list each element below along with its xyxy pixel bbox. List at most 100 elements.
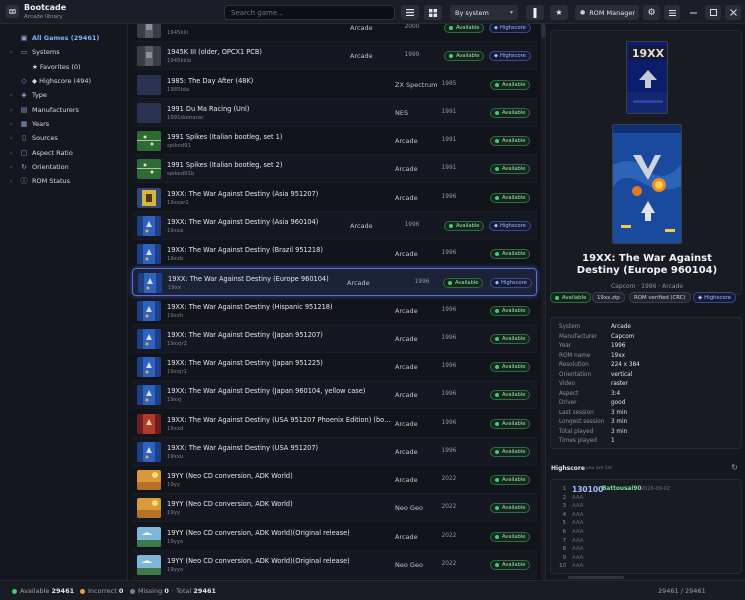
minimize-button[interactable] <box>685 5 701 20</box>
game-row[interactable]: 1991 Spikes (Italian bootleg, set 2) spik… <box>132 155 537 184</box>
highscore-rank: 6 <box>562 529 566 535</box>
sidebar-item-type[interactable]: › ◈ Type <box>0 88 128 102</box>
available-badge-label: Available <box>502 166 526 173</box>
game-rom-id: 19yy <box>167 510 181 517</box>
available-badge: Available <box>490 107 531 118</box>
sidebar-item-orientation[interactable]: › ↻ Orientation <box>0 160 128 174</box>
chevron-right-icon[interactable]: › <box>10 135 12 142</box>
detail-panel: 19XX 19XX: The War Against Destiny (Euro… <box>545 24 745 580</box>
game-thumbnail <box>137 244 161 264</box>
highscore-player: AAA <box>572 503 584 510</box>
chevron-right-icon[interactable]: › <box>10 92 12 99</box>
game-row[interactable]: 19YY (Neo CD conversion, ADK World) 19yy A… <box>132 466 537 494</box>
game-row[interactable]: 1945K III (older, OPCX1 PCB) 1945kiiio Arc… <box>132 42 537 71</box>
game-row[interactable]: 19XX: The War Against Destiny (Japan 951… <box>132 324 537 353</box>
maximize-button[interactable] <box>705 5 721 20</box>
chevron-right-icon[interactable]: › <box>10 178 12 185</box>
status-dot-icon <box>555 295 559 300</box>
highscore-player: AAA <box>572 554 584 561</box>
grid-view-button[interactable] <box>424 5 442 20</box>
panel-toggle-button[interactable] <box>526 5 544 20</box>
chevron-right-icon[interactable]: › <box>10 164 12 171</box>
game-rom-id: 19xxh <box>167 312 184 319</box>
highscore-badge-label: Highscore <box>500 222 526 229</box>
spec-value: 224 x 384 <box>611 362 640 368</box>
sidebar-item-years[interactable]: › ▦ Years <box>0 117 128 131</box>
game-thumbnail <box>137 102 161 123</box>
sidebar-item-rom-status[interactable]: › ⓘ ROM Status <box>0 174 128 188</box>
game-system: Arcade <box>350 52 373 61</box>
sidebar-item-highscore-494[interactable]: ◇ ◆ Highscore (494) <box>0 74 128 88</box>
game-row[interactable]: 1945kiii Arcade 2000 Available ◆ Highscore <box>132 24 537 42</box>
game-row[interactable]: 1991 Spikes (Italian bootleg, set 1) spik… <box>132 127 537 155</box>
sidebar-item-manufacturers[interactable]: › ▤ Manufacturers <box>0 103 128 117</box>
game-name: 19XX: The War Against Destiny (Europe 96… <box>168 275 329 284</box>
maximize-icon <box>709 9 717 16</box>
game-row[interactable]: 19XX: The War Against Destiny (Brazil 95… <box>132 240 537 268</box>
refresh-icon[interactable]: ↻ <box>731 463 738 472</box>
close-button[interactable] <box>725 5 741 20</box>
app-logo-icon <box>6 5 19 18</box>
settings-button[interactable]: ⚙ <box>643 5 660 20</box>
game-row[interactable]: 19XX: The War Against Destiny (USA 95120… <box>132 410 537 438</box>
game-row[interactable]: 1991 Du Ma Racing (Unl) 1991dumarac NES 199… <box>132 98 537 127</box>
game-year: 1996 <box>441 306 457 313</box>
game-thumbnail <box>137 24 161 38</box>
favorite-button[interactable]: ★ <box>550 5 568 20</box>
sidebar-item-label: ◆ Highscore (494) <box>32 77 92 85</box>
game-rom-id: 19xxb <box>167 256 184 262</box>
chevron-right-icon[interactable]: › <box>10 121 12 128</box>
game-row[interactable]: 1985: The Day After (48K) 1985tda ZX Spect… <box>132 71 537 99</box>
chevron-right-icon[interactable]: › <box>10 150 12 157</box>
game-year: 1991 <box>441 165 457 172</box>
aspect-ratio-icon: ▢ <box>20 149 28 157</box>
sidebar-item-sources[interactable]: › ▯ Sources <box>0 131 128 145</box>
chevron-down-icon: ▾ <box>509 9 513 16</box>
game-row[interactable]: 19YY (Neo CD conversion, ADK World) 19yy N… <box>132 494 537 523</box>
rom-manager-button[interactable]: ● ROM Manager <box>575 5 639 20</box>
sort-select[interactable]: By system ▾ <box>450 5 518 20</box>
highscore-rank: 10 <box>559 563 566 570</box>
status-dot-icon <box>448 281 452 286</box>
game-system: Arcade <box>395 447 418 456</box>
sidebar-item-favorites-0[interactable]: ★ Favorites (0) <box>0 60 128 74</box>
game-system: Arcade <box>395 334 418 343</box>
game-system: Arcade <box>347 279 370 288</box>
menu-button[interactable] <box>664 5 680 20</box>
game-name: 19YY (Neo CD conversion, ADK World)(Orig… <box>167 556 350 565</box>
game-row[interactable]: 19XX: The War Against Destiny (Asia 9601… <box>132 211 537 240</box>
game-system: Arcade <box>395 363 418 371</box>
spec-row: Manufacturer Capcom <box>559 334 739 343</box>
game-rom-id: 1945kiiio <box>167 58 192 65</box>
list-view-button[interactable] <box>401 5 419 20</box>
sidebar-item-aspect-ratio[interactable]: › ▢ Aspect Ratio <box>0 146 128 160</box>
game-thumbnail <box>137 413 161 434</box>
search-input[interactable] <box>224 5 395 20</box>
highscore-row: 2 AAA <box>558 495 738 504</box>
sidebar-item-systems[interactable]: › ▭ Systems <box>0 45 128 59</box>
available-dot-icon <box>12 588 17 594</box>
game-row[interactable]: 19YY (Neo CD conversion, ADK World)(Orig… <box>132 523 537 551</box>
available-badge-label: Available <box>502 561 526 568</box>
game-year: 1991 <box>441 108 457 115</box>
game-row[interactable]: 19XX: The War Against Destiny (Japan 960… <box>132 381 537 410</box>
spec-key: Longest session <box>559 419 605 425</box>
chevron-right-icon[interactable]: › <box>10 49 12 56</box>
game-rom-id: spiked91 <box>167 143 191 149</box>
game-rom-id: spiked91b <box>167 171 195 178</box>
status-incorrect-label: Incorrect <box>88 587 117 595</box>
highscore-scrollbar[interactable] <box>568 576 624 579</box>
available-chip: Available <box>550 292 592 303</box>
game-row[interactable]: 19XX: The War Against Destiny (Hispanic … <box>132 297 537 325</box>
game-thumbnail <box>137 526 161 547</box>
spec-key: Year <box>559 343 572 349</box>
game-row[interactable]: 19XX: The War Against Destiny (USA 95120… <box>132 437 537 466</box>
game-row[interactable]: 19XX: The War Against Destiny (Europe 96… <box>132 268 537 297</box>
sidebar-item-all-games-29461[interactable]: ▣ All Games (29461) <box>0 31 128 45</box>
game-system: Arcade <box>395 419 418 428</box>
chevron-right-icon[interactable]: › <box>10 107 12 114</box>
game-row[interactable]: 19XX: The War Against Destiny (Japan 951… <box>132 353 537 381</box>
game-row[interactable]: 19XX: The War Against Destiny (Asia 9512… <box>132 184 537 212</box>
highscore-badge: ◆ Highscore <box>489 51 531 62</box>
game-row[interactable]: 19YY (Neo CD conversion, ADK World)(Orig… <box>132 550 537 579</box>
